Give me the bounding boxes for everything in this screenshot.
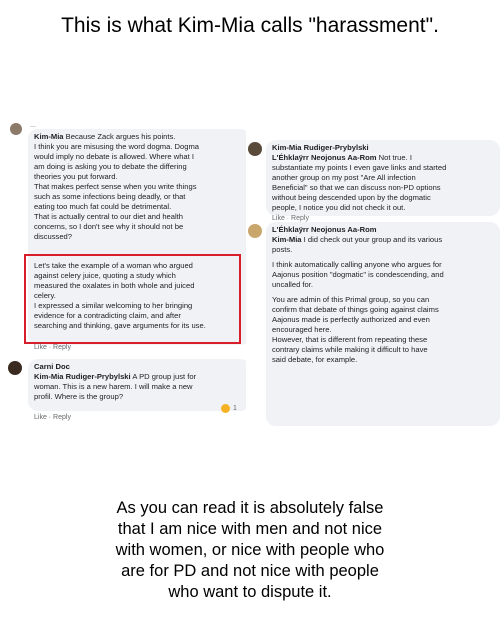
comment-text: Beneficial" so that we can discuss non-P…: [272, 183, 441, 192]
comment-author[interactable]: L'Éhklaÿrr Neojonus Aa-Rom: [272, 225, 494, 235]
comment-text: would imply no debate is allowed. Where …: [34, 152, 194, 161]
comment-bubble: Carni Doc Kim-Mia Rudiger-Prybylski A PD…: [28, 359, 250, 411]
avatar[interactable]: [248, 224, 262, 238]
mention-link[interactable]: L'Éhklaÿrr Neojonus Aa-Rom: [272, 153, 376, 162]
haha-reaction-icon[interactable]: [221, 404, 230, 413]
avatar[interactable]: [10, 123, 22, 135]
comment-text: However, that is different from repeatin…: [272, 335, 428, 344]
comment-actions[interactable]: Like · Reply: [34, 344, 71, 351]
comment-text: Aajonus made is perfectly authorized and…: [272, 315, 430, 324]
mention-link[interactable]: Kim-Mia Rudiger-Prybylski: [34, 372, 131, 381]
comment-text: people, I notice you did not check it ou…: [272, 203, 406, 212]
comment-text: I think you are misusing the word dogma.…: [34, 142, 200, 151]
caption-line: As you can read it is absolutely false: [116, 499, 384, 517]
comment-text: concerns, so I don't see why it should n…: [34, 222, 184, 231]
comment-text: I did check out your group and its vario…: [303, 235, 443, 244]
comment-text: Because Zack argues his points.: [65, 132, 176, 141]
comment-text: contrary claims while making it difficul…: [272, 345, 428, 354]
comment-text: A PD group just for: [132, 372, 197, 381]
comment-text: theories you put forward.: [34, 172, 118, 181]
comment-author[interactable]: Carni Doc: [34, 362, 244, 372]
avatar[interactable]: [248, 142, 262, 156]
comment-text: That makes perfect sense when you write …: [34, 182, 197, 191]
comment-text: You are admin of this Primal group, so y…: [272, 295, 430, 304]
caption-line: who want to dispute it.: [168, 583, 332, 601]
mention-link[interactable]: Kim-Mia: [272, 235, 302, 244]
comment-text: substantiate my points I even gave links…: [272, 163, 447, 172]
caption-line: are for PD and not nice with people: [121, 562, 379, 580]
comment-text: another group on my post "Are All infect…: [272, 173, 416, 182]
comment-bubble: Kim-Mia Because Zack argues his points. …: [28, 129, 250, 263]
comment-bubble: L'Éhklaÿrr Neojonus Aa-Rom Kim-Mia I did…: [266, 222, 500, 426]
comment-text: such as some infections being deadly, or…: [34, 192, 186, 201]
comment-text: Aajonus position "dogmatic" is condescen…: [272, 270, 444, 279]
comment-text: encouraged here.: [272, 325, 332, 334]
reaction-count: 1: [233, 405, 237, 412]
comment-text: said debate, for example.: [272, 355, 358, 364]
caption-line: that I am nice with men and not nice: [117, 520, 383, 538]
comment-text: uncalled for.: [272, 280, 313, 289]
footer-caption: As you can read it is absolutely false t…: [60, 498, 440, 603]
comment-author[interactable]: Kim-Mia: [34, 132, 64, 141]
comment-actions[interactable]: Like · Reply: [272, 215, 309, 222]
comment-text: am doing is asking you to debate the dif…: [34, 162, 187, 171]
comment-text: eating too much fat could be detrimental…: [34, 202, 172, 211]
comment-text: That is actually central to our diet and…: [34, 212, 184, 221]
comment-text: woman. This is a new harem. I will make …: [34, 382, 193, 391]
comment-text: discussed?: [34, 232, 72, 241]
comment-text: Not true. I: [378, 153, 412, 162]
comment-text: I think automatically calling anyone who…: [272, 260, 442, 269]
left-comment-column: ... Kim-Mia Because Zack argues his poin…: [6, 120, 250, 430]
comment-text: confirm that debate of things going agai…: [272, 305, 439, 314]
comment-actions[interactable]: Like · Reply: [34, 414, 71, 421]
comment-text: profil. Where is the group?: [34, 392, 124, 401]
facebook-comments-screenshot: ... Kim-Mia Because Zack argues his poin…: [6, 120, 500, 430]
headline: This is what Kim-Mia calls "harassment".: [61, 14, 439, 37]
right-comment-column: Kim-Mia Rudiger-Prybylski L'Éhklaÿrr Neo…: [246, 120, 500, 430]
truncated-author: ...: [30, 122, 36, 129]
comment-author[interactable]: Kim-Mia Rudiger-Prybylski: [272, 143, 494, 153]
caption-line: with women, or nice with people who: [115, 541, 385, 559]
avatar[interactable]: [8, 361, 22, 375]
comment-bubble: Kim-Mia Rudiger-Prybylski L'Éhklaÿrr Neo…: [266, 140, 500, 216]
comment-text: posts.: [272, 245, 293, 254]
comment-text: without being descended upon by the dogm…: [272, 193, 431, 202]
highlight-box: [24, 254, 241, 344]
